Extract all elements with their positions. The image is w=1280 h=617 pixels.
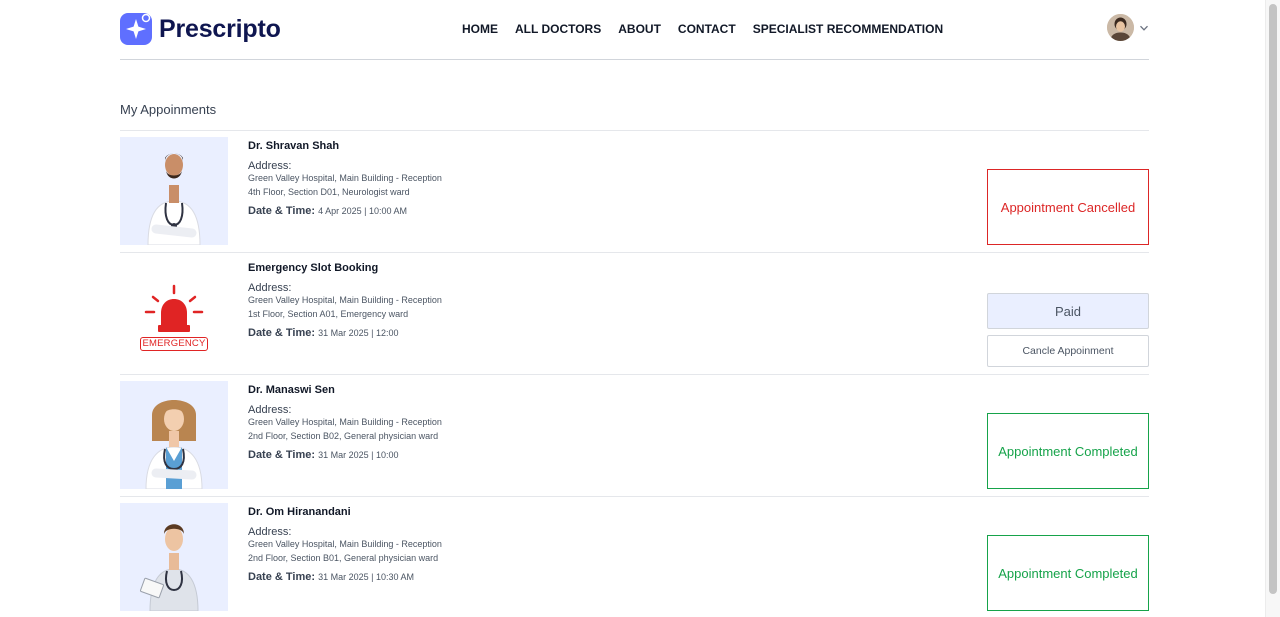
- doctor-illustration: [147, 153, 201, 245]
- page-title: My Appoinments: [120, 102, 217, 117]
- address-line-2: 1st Floor, Section A01, Emergency ward: [248, 308, 409, 319]
- address-line-2: 4th Floor, Section D01, Neurologist ward: [248, 186, 410, 197]
- datetime-label: Date & Time:: [248, 449, 316, 461]
- profile-menu[interactable]: [1107, 14, 1149, 41]
- nav-menu: HOME ALL DOCTORS ABOUT CONTACT SPECIALIS…: [462, 22, 943, 36]
- nav-about[interactable]: ABOUT: [618, 22, 661, 36]
- datetime-label: Date & Time:: [248, 205, 316, 217]
- appointment-info: Dr. Manaswi Sen Address: Green Valley Ho…: [248, 384, 442, 461]
- datetime-value: 4 Apr 2025 | 10:00 AM: [318, 206, 408, 216]
- appointment-card: Dr. Shravan Shah Address: Green Valley H…: [120, 131, 1149, 253]
- datetime-label: Date & Time:: [248, 327, 316, 339]
- nav-home[interactable]: HOME: [462, 22, 498, 36]
- datetime: Date & Time: 31 Mar 2025 | 10:30 AM: [248, 571, 442, 583]
- appointment-card: EMERGENCY Emergency Slot Booking Address…: [120, 253, 1149, 375]
- booking-name: Emergency Slot Booking: [248, 262, 379, 274]
- doctor-illustration: [139, 524, 199, 611]
- user-avatar-icon: [1107, 14, 1134, 41]
- scrollbar-thumb[interactable]: [1269, 4, 1277, 594]
- address-line-1: Green Valley Hospital, Main Building - R…: [248, 417, 442, 427]
- appointment-card: Dr. Manaswi Sen Address: Green Valley Ho…: [120, 375, 1149, 497]
- appointment-card: Dr. Om Hiranandani Address: Green Valley…: [120, 497, 1149, 617]
- datetime-label: Date & Time:: [248, 571, 316, 583]
- doctor-name: Dr. Shravan Shah: [248, 140, 340, 152]
- datetime-value: 31 Mar 2025 | 10:30 AM: [318, 572, 415, 582]
- status-completed-badge: Appointment Completed: [987, 535, 1149, 611]
- cancel-appointment-button[interactable]: Cancle Appoinment: [987, 335, 1149, 367]
- status-completed-badge: Appointment Completed: [987, 413, 1149, 489]
- nav-all-doctors[interactable]: ALL DOCTORS: [515, 22, 601, 36]
- address-label: Address:: [248, 160, 292, 172]
- logo[interactable]: Prescripto: [120, 13, 281, 45]
- address-label: Address:: [248, 282, 292, 294]
- doctor-photo: [120, 503, 228, 611]
- brand-name: Prescripto: [159, 14, 281, 43]
- address-line-2: 2nd Floor, Section B02, General physicia…: [248, 430, 439, 441]
- datetime: Date & Time: 31 Mar 2025 | 10:00: [248, 449, 442, 461]
- datetime-value: 31 Mar 2025 | 10:00: [318, 450, 399, 460]
- nav-contact[interactable]: CONTACT: [678, 22, 736, 36]
- datetime: Date & Time: 31 Mar 2025 | 12:00: [248, 327, 442, 339]
- address-line-2: 2nd Floor, Section B01, General physicia…: [248, 552, 439, 563]
- appointment-info: Dr. Om Hiranandani Address: Green Valley…: [248, 506, 442, 583]
- page: Prescripto HOME ALL DOCTORS ABOUT CONTAC…: [120, 0, 1149, 611]
- address-label: Address:: [248, 404, 292, 416]
- address-line-1: Green Valley Hospital, Main Building - R…: [248, 539, 442, 549]
- doctor-illustration: [145, 400, 203, 489]
- datetime: Date & Time: 4 Apr 2025 | 10:00 AM: [248, 205, 442, 217]
- status-cancelled-badge: Appointment Cancelled: [987, 169, 1149, 245]
- address-line-1: Green Valley Hospital, Main Building - R…: [248, 173, 442, 183]
- chevron-down-icon[interactable]: [1139, 23, 1149, 33]
- emergency-label: EMERGENCY: [140, 337, 208, 351]
- doctor-name: Dr. Manaswi Sen: [248, 384, 335, 396]
- paid-button: Paid: [987, 293, 1149, 329]
- avatar[interactable]: [1107, 14, 1134, 41]
- emergency-image: EMERGENCY: [120, 259, 228, 367]
- address-label: Address:: [248, 526, 292, 538]
- appointment-info: Dr. Shravan Shah Address: Green Valley H…: [248, 140, 442, 217]
- datetime-value: 31 Mar 2025 | 12:00: [318, 328, 399, 338]
- doctor-name: Dr. Om Hiranandani: [248, 506, 351, 518]
- appointment-info: Emergency Slot Booking Address: Green Va…: [248, 262, 442, 339]
- address-line-1: Green Valley Hospital, Main Building - R…: [248, 295, 442, 305]
- doctor-photo: [120, 137, 228, 245]
- vertical-scrollbar[interactable]: [1265, 0, 1280, 617]
- doctor-photo: [120, 381, 228, 489]
- logo-icon: [120, 13, 152, 45]
- navbar: Prescripto HOME ALL DOCTORS ABOUT CONTAC…: [120, 0, 1149, 60]
- nav-specialist-recommendation[interactable]: SPECIALIST RECOMMENDATION: [753, 22, 943, 36]
